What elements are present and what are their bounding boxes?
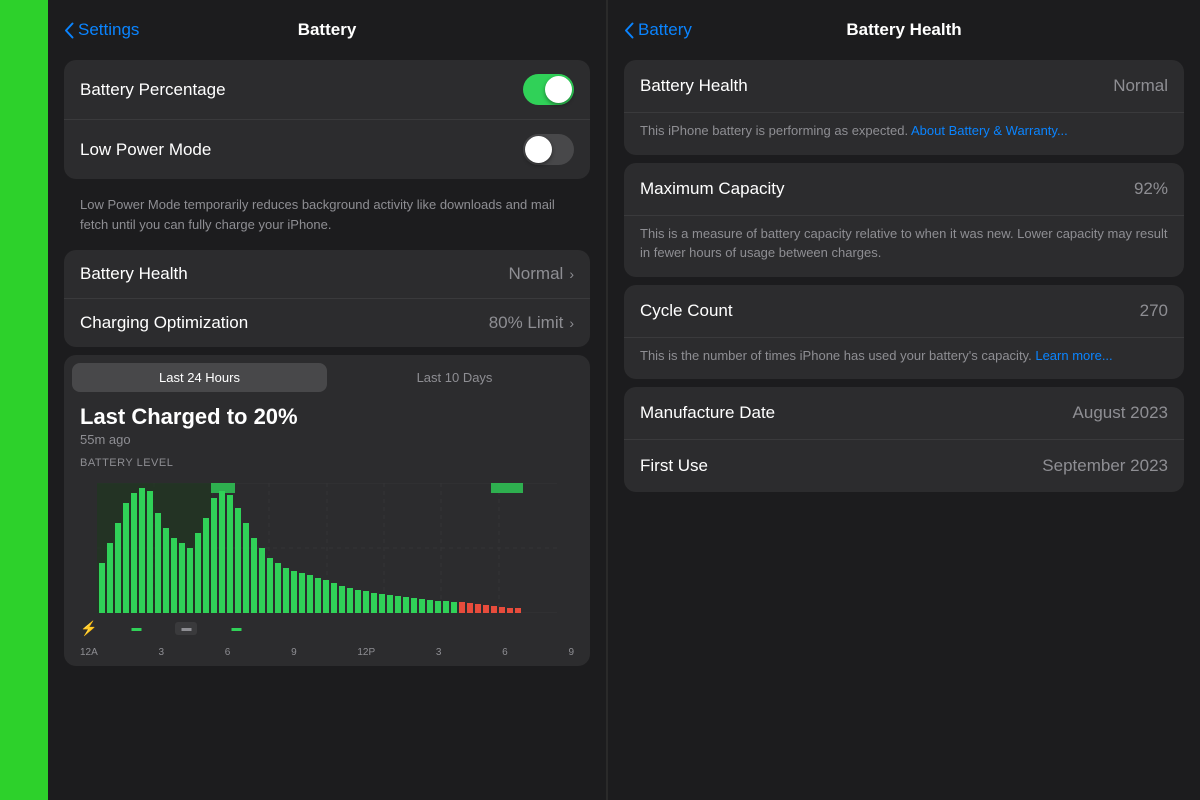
cycle-info: This is the number of times iPhone has u… <box>624 338 1184 380</box>
charging-bar-3: ▬ <box>225 622 247 635</box>
x-label-7: 9 <box>568 647 574 658</box>
left-panel: Settings Battery Battery Percentage Low … <box>48 0 606 800</box>
tab-10-days[interactable]: Last 10 Days <box>327 363 582 392</box>
cycle-info-text: This is the number of times iPhone has u… <box>640 348 1032 363</box>
left-panel-content: Battery Percentage Low Power Mode Low Po… <box>48 60 606 800</box>
toggle-knob <box>545 76 572 103</box>
battery-warranty-link[interactable]: About Battery & Warranty... <box>911 123 1068 138</box>
manufacture-date-label: Manufacture Date <box>640 403 775 423</box>
green-sidebar <box>0 0 48 800</box>
chart-x-labels: 12A 3 6 9 12P 3 6 9 <box>64 643 590 666</box>
low-power-mode-toggle[interactable] <box>523 134 574 165</box>
maximum-capacity-value: 92% <box>1134 179 1168 199</box>
battery-toggles-card: Battery Percentage Low Power Mode <box>64 60 590 179</box>
battery-health-main-label: Battery Health <box>640 76 748 96</box>
maximum-capacity-card: Maximum Capacity 92% This is a measure o… <box>624 163 1184 277</box>
battery-health-info: This iPhone battery is performing as exp… <box>624 113 1184 155</box>
right-panel-content: Battery Health Normal This iPhone batter… <box>608 60 1200 800</box>
battery-health-row[interactable]: Battery Health Normal › <box>64 250 590 299</box>
battery-percentage-row: Battery Percentage <box>64 60 590 120</box>
charged-sub: 55m ago <box>80 432 574 447</box>
right-panel: Battery Battery Health Battery Health No… <box>608 0 1200 800</box>
battery-chart-card: Last 24 Hours Last 10 Days Last Charged … <box>64 355 590 666</box>
battery-health-value: Normal <box>509 264 564 284</box>
toggle-knob-off <box>525 136 552 163</box>
x-label-5: 3 <box>436 647 442 658</box>
x-label-2: 6 <box>225 647 231 658</box>
battery-percentage-toggle[interactable] <box>523 74 574 105</box>
right-nav-header: Battery Battery Health <box>608 0 1200 60</box>
charging-optimization-label: Charging Optimization <box>80 313 248 333</box>
left-nav-header: Settings Battery <box>48 0 606 60</box>
x-label-4: 12P <box>357 647 375 658</box>
battery-health-main-row: Battery Health Normal <box>624 60 1184 113</box>
x-label-1: 3 <box>159 647 165 658</box>
battery-health-card: Battery Health Normal › Charging Optimiz… <box>64 250 590 347</box>
chart-area: ⚡ ▬ ▬ ▬ <box>64 483 590 643</box>
health-info-text: This iPhone battery is performing as exp… <box>640 123 908 138</box>
x-label-6: 6 <box>502 647 508 658</box>
low-power-info: Low Power Mode temporarily reduces backg… <box>64 187 590 250</box>
chart-label: BATTERY LEVEL <box>80 457 574 469</box>
cycle-learn-more-link[interactable]: Learn more... <box>1035 348 1112 363</box>
dates-card: Manufacture Date August 2023 First Use S… <box>624 387 1184 492</box>
chart-tabs: Last 24 Hours Last 10 Days <box>64 355 590 400</box>
cycle-count-label: Cycle Count <box>640 301 733 321</box>
battery-back-button[interactable]: Battery <box>624 20 692 40</box>
cycle-count-value: 270 <box>1140 301 1168 321</box>
settings-back-button[interactable]: Settings <box>64 20 139 40</box>
right-nav-title: Battery Health <box>846 20 961 40</box>
first-use-value: September 2023 <box>1042 456 1168 476</box>
first-use-row: First Use September 2023 <box>624 440 1184 492</box>
chart-info: Last Charged to 20% 55m ago BATTERY LEVE… <box>64 400 590 483</box>
battery-health-right-card: Battery Health Normal This iPhone batter… <box>624 60 1184 155</box>
charging-optimization-right: 80% Limit › <box>489 313 574 333</box>
tab-24-hours[interactable]: Last 24 Hours <box>72 363 327 392</box>
battery-health-label: Battery Health <box>80 264 188 284</box>
battery-health-right: Normal › <box>509 264 574 284</box>
cycle-count-row: Cycle Count 270 <box>624 285 1184 338</box>
manufacture-date-value: August 2023 <box>1073 403 1168 423</box>
low-power-mode-label: Low Power Mode <box>80 140 211 160</box>
maximum-capacity-label: Maximum Capacity <box>640 179 785 199</box>
left-nav-title: Battery <box>298 20 357 40</box>
battery-chart-svg <box>80 483 574 613</box>
charging-bar-2: ▬ <box>175 622 197 635</box>
capacity-info: This is a measure of battery capacity re… <box>624 216 1184 277</box>
back-label: Settings <box>78 20 139 40</box>
maximum-capacity-row: Maximum Capacity 92% <box>624 163 1184 216</box>
chevron-right-icon: › <box>569 266 574 282</box>
battery-health-main-value: Normal <box>1113 76 1168 96</box>
low-power-mode-row: Low Power Mode <box>64 120 590 179</box>
charged-title: Last Charged to 20% <box>80 404 574 430</box>
x-label-0: 12A <box>80 647 98 658</box>
charging-bar-1: ▬ <box>125 622 147 635</box>
manufacture-date-row: Manufacture Date August 2023 <box>624 387 1184 440</box>
chevron-right-icon-2: › <box>569 315 574 331</box>
right-back-label: Battery <box>638 20 692 40</box>
charging-optimization-value: 80% Limit <box>489 313 564 333</box>
battery-percentage-label: Battery Percentage <box>80 80 226 100</box>
x-label-3: 9 <box>291 647 297 658</box>
charging-optimization-row[interactable]: Charging Optimization 80% Limit › <box>64 299 590 347</box>
cycle-count-card: Cycle Count 270 This is the number of ti… <box>624 285 1184 380</box>
charging-icon-1: ⚡ <box>80 620 97 637</box>
first-use-label: First Use <box>640 456 708 476</box>
